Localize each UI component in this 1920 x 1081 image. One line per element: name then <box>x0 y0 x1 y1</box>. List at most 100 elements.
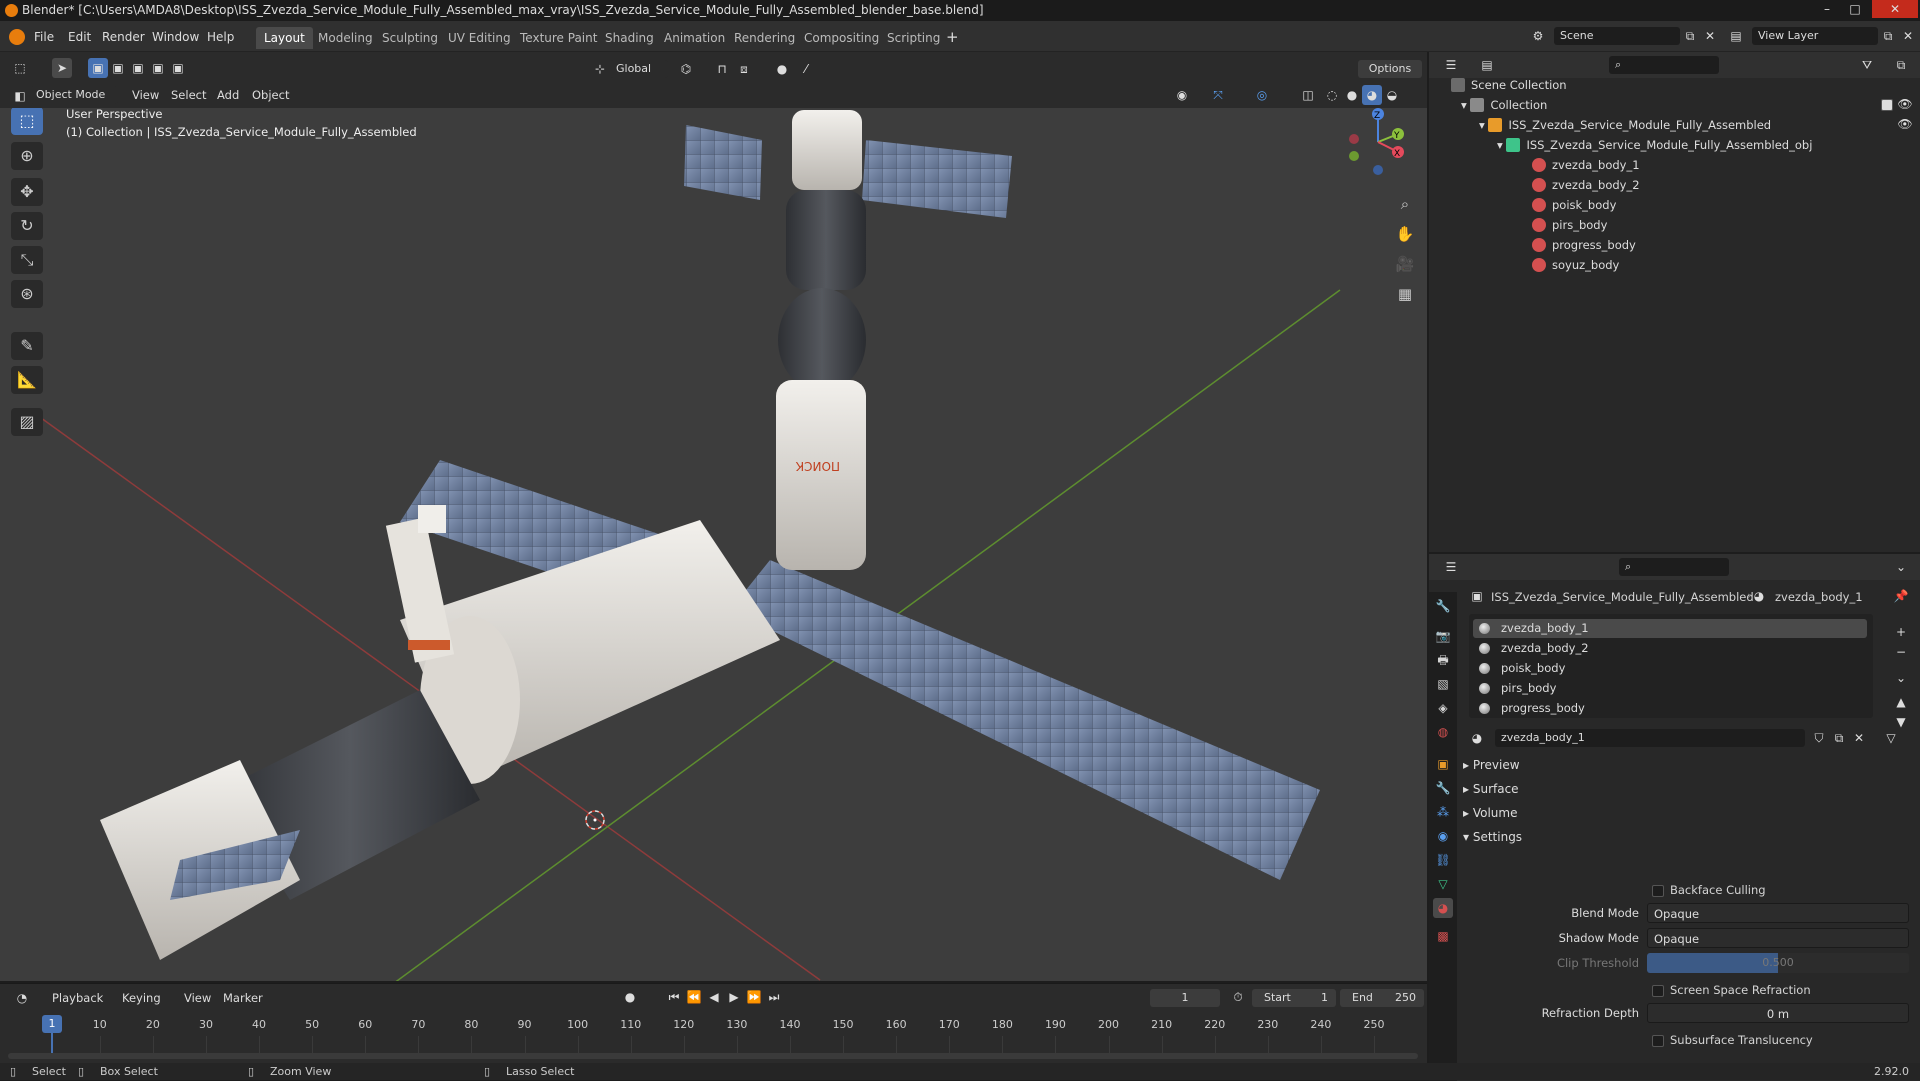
tab-render-icon[interactable]: 📷 <box>1433 626 1453 646</box>
tab-output-icon[interactable]: 🖶 <box>1433 650 1453 670</box>
menu-edit[interactable]: Edit <box>68 28 91 46</box>
panel-volume[interactable]: ▸ Volume <box>1463 802 1517 824</box>
add-slot-icon[interactable]: + <box>1891 622 1911 642</box>
blender-menu-icon[interactable] <box>9 29 25 45</box>
slot-specials-icon[interactable]: ⌄ <box>1891 668 1911 688</box>
shading-rendered-icon[interactable]: ◒ <box>1382 85 1402 105</box>
ortho-toggle-icon[interactable]: ▦ <box>1393 282 1417 306</box>
panel-surface[interactable]: ▸ Surface <box>1463 778 1519 800</box>
preview-range-icon[interactable]: ⏱ <box>1228 987 1248 1007</box>
falloff-icon[interactable]: ⁄ <box>796 59 816 79</box>
link-mode-icon[interactable]: ▽ <box>1881 728 1901 748</box>
minimize-button[interactable]: – <box>1814 0 1840 18</box>
fake-user-icon[interactable]: ⛉ <box>1809 728 1829 748</box>
shading-material-icon[interactable]: ◕ <box>1362 85 1382 105</box>
timeline-menu-keying[interactable]: Keying <box>122 989 161 1007</box>
clip-threshold-slider[interactable]: 0.500 <box>1647 953 1909 973</box>
add-workspace-icon[interactable]: + <box>946 28 959 46</box>
overlay-toggle-icon[interactable]: ◎ <box>1252 85 1272 105</box>
tab-view-layer-icon[interactable]: ▧ <box>1433 674 1453 694</box>
tab-modifiers-icon[interactable]: 🔧 <box>1433 778 1453 798</box>
pan-view-icon[interactable]: ✋ <box>1393 222 1417 246</box>
select-mode-intersect-icon[interactable]: ▣ <box>168 58 188 78</box>
tab-constraints-icon[interactable]: ⛓ <box>1433 850 1453 870</box>
tab-object-icon[interactable]: ▣ <box>1433 754 1453 774</box>
remove-slot-icon[interactable]: − <box>1891 642 1911 662</box>
menu-render[interactable]: Render <box>102 28 145 46</box>
blend-mode-select[interactable]: Opaque <box>1647 903 1909 923</box>
tab-animation[interactable]: Animation <box>656 27 733 49</box>
select-tool-icon[interactable]: ➤ <box>52 58 72 78</box>
object-mode-select[interactable]: Object Mode <box>30 86 118 104</box>
timeline-menu-marker[interactable]: Marker <box>223 989 263 1007</box>
camera-view-icon[interactable]: 🎥 <box>1393 252 1417 276</box>
outliner-mesh[interactable]: ▾ ISS_Zvezda_Service_Module_Fully_Assemb… <box>1497 136 1812 154</box>
object-visibility-icon[interactable]: 👁 <box>1895 114 1915 134</box>
outliner-material-item[interactable]: zvezda_body_2 <box>1532 176 1640 194</box>
tool-measure-icon[interactable]: 📐 <box>11 366 43 394</box>
proportional-edit-icon[interactable]: ● <box>772 59 792 79</box>
refraction-depth-field[interactable]: 0 m <box>1647 1003 1909 1023</box>
tab-shading[interactable]: Shading <box>597 27 662 49</box>
material-slot[interactable]: pirs_body <box>1473 679 1867 698</box>
outliner-material-item[interactable]: zvezda_body_1 <box>1532 156 1640 174</box>
pin-icon[interactable]: 📌 <box>1891 586 1911 606</box>
viewport-menu-view[interactable]: View <box>132 86 159 104</box>
jump-keyframe-back-icon[interactable]: ⏪ <box>684 987 704 1007</box>
sss-checkbox[interactable] <box>1652 1035 1664 1047</box>
record-icon[interactable]: ● <box>620 987 640 1007</box>
material-slot[interactable]: zvezda_body_2 <box>1473 639 1867 658</box>
tab-sculpting[interactable]: Sculpting <box>374 27 446 49</box>
duplicate-material-icon[interactable]: ⧉ <box>1829 728 1849 748</box>
tab-data-icon[interactable]: ▽ <box>1433 874 1453 894</box>
tab-physics-icon[interactable]: ◉ <box>1433 826 1453 846</box>
viewport-menu-add[interactable]: Add <box>217 86 239 104</box>
view-layer-icon[interactable]: ▤ <box>1726 26 1746 46</box>
properties-editor-icon[interactable]: ☰ <box>1441 557 1461 577</box>
visibility-icon[interactable]: ◉ <box>1172 85 1192 105</box>
outliner-filter-icon[interactable]: ⛛ <box>1857 55 1877 75</box>
jump-keyframe-forward-icon[interactable]: ⏩ <box>744 987 764 1007</box>
tab-scene-icon[interactable]: ◈ <box>1433 698 1453 718</box>
menu-file[interactable]: File <box>34 28 54 46</box>
start-frame-field[interactable]: Start 1 <box>1252 989 1336 1007</box>
delete-scene-icon[interactable]: ✕ <box>1700 26 1720 46</box>
tool-transform-icon[interactable]: ⊛ <box>11 280 43 308</box>
properties-options-icon[interactable]: ⌄ <box>1891 557 1911 577</box>
snap-icon[interactable]: ⊓ <box>712 59 732 79</box>
play-reverse-icon[interactable]: ◀ <box>704 987 724 1007</box>
jump-end-icon[interactable]: ⏭ <box>764 987 784 1007</box>
tool-scale-icon[interactable]: ⤡ <box>11 246 43 274</box>
navigation-gizmo[interactable]: Z Y X <box>1342 108 1414 178</box>
outliner-new-collection-icon[interactable]: ⧉ <box>1891 55 1911 75</box>
3d-viewport[interactable]: ПОИСК User Perspective (1) Collection | … <box>0 108 1427 981</box>
scene-name-field[interactable]: Scene <box>1554 27 1680 45</box>
tab-uv-editing[interactable]: UV Editing <box>440 27 519 49</box>
new-scene-icon[interactable]: ⧉ <box>1680 26 1700 46</box>
tab-particles-icon[interactable]: ⁂ <box>1433 802 1453 822</box>
tab-modeling[interactable]: Modeling <box>310 27 381 49</box>
end-frame-field[interactable]: End 250 <box>1340 989 1424 1007</box>
tool-add-cube-icon[interactable]: ▨ <box>11 408 43 436</box>
backface-culling-checkbox[interactable] <box>1652 885 1664 897</box>
outliner-editor-icon[interactable]: ☰ <box>1441 55 1461 75</box>
outliner-scene-collection[interactable]: Scene Collection <box>1451 76 1567 94</box>
timeline-menu-playback[interactable]: Playback <box>52 989 103 1007</box>
outliner-search-input[interactable]: ⌕ <box>1609 56 1719 74</box>
shading-wireframe-icon[interactable]: ◌ <box>1322 85 1342 105</box>
outliner-object[interactable]: ▾ ISS_Zvezda_Service_Module_Fully_Assemb… <box>1479 116 1771 134</box>
collection-exclude-checkbox[interactable] <box>1881 99 1893 111</box>
viewport-menu-select[interactable]: Select <box>171 86 206 104</box>
tool-annotate-icon[interactable]: ✎ <box>11 332 43 360</box>
panel-settings[interactable]: ▾ Settings <box>1463 826 1522 848</box>
move-slot-up-icon[interactable]: ▲ <box>1891 692 1911 712</box>
select-mode-new-icon[interactable]: ▣ <box>88 58 108 78</box>
shading-solid-icon[interactable]: ● <box>1342 85 1362 105</box>
outliner-material-item[interactable]: poisk_body <box>1532 196 1616 214</box>
tab-scripting[interactable]: Scripting <box>879 27 948 49</box>
panel-preview[interactable]: ▸ Preview <box>1463 754 1520 776</box>
viewport-options-button[interactable]: Options <box>1358 60 1422 78</box>
browse-material-icon[interactable]: ◕ <box>1467 728 1487 748</box>
tab-compositing[interactable]: Compositing <box>796 27 887 49</box>
tab-tool-icon[interactable]: 🔧 <box>1433 596 1453 616</box>
